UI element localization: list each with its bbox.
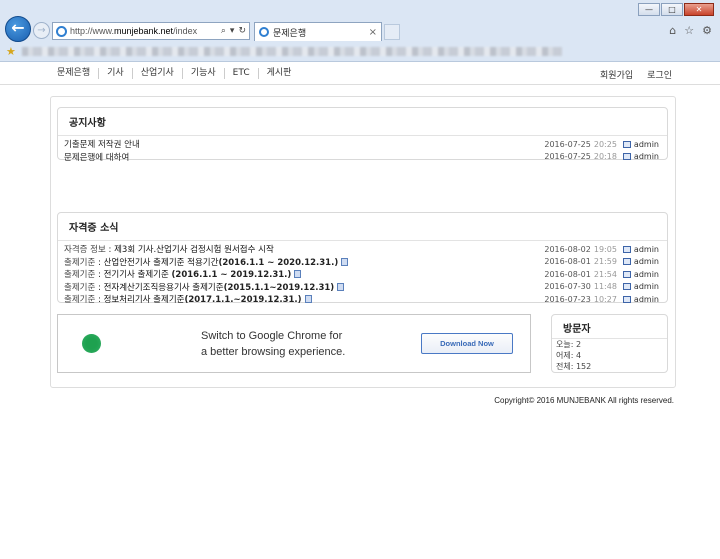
- refresh-icon[interactable]: ↻: [238, 26, 246, 36]
- user-icon: [622, 295, 631, 303]
- close-window-button[interactable]: ✕: [684, 3, 714, 16]
- download-now-button[interactable]: Download Now: [421, 333, 513, 354]
- list-item[interactable]: 출제기준 : 정보처리기사 출제기준(2017.1.1.~2019.12.31.…: [58, 293, 667, 306]
- browser-tab[interactable]: 문제은행 ×: [254, 22, 382, 41]
- list-item[interactable]: 기출문제 저작권 안내 2016-07-25 20:25 admin: [58, 138, 667, 151]
- attachment-icon: [337, 282, 345, 291]
- browser-tools: ⌂ ☆ ⚙: [669, 24, 712, 37]
- news-title: 자격증 소식: [58, 213, 667, 241]
- new-tab-button[interactable]: [384, 24, 400, 40]
- user-icon: [622, 140, 631, 148]
- notices-panel: 공지사항 기출문제 저작권 안내 2016-07-25 20:25 admin …: [57, 107, 668, 163]
- maximize-button[interactable]: □: [661, 3, 683, 16]
- list-item[interactable]: 출제기준 : 전기기사 출제기준 (2016.1.1 ~ 2019.12.31.…: [58, 268, 667, 281]
- user-icon: [622, 153, 631, 161]
- blurred-favorites: [21, 46, 562, 56]
- visitors-title: 방문자: [552, 315, 667, 339]
- notices-title: 공지사항: [58, 108, 667, 136]
- login-link[interactable]: 로그인: [647, 68, 672, 81]
- list-item[interactable]: 출제기준 : 산업안전기사 출제기준 적용기간(2016.1.1 ~ 2020.…: [58, 256, 667, 269]
- news-panel: 자격증 소식 자격증 정보 : 제3회 기사.산업기사 검정시험 원서접수 시작…: [57, 212, 668, 306]
- home-icon[interactable]: ⌂: [669, 24, 676, 37]
- ad-message: Switch to Google Chrome for a better bro…: [201, 330, 346, 358]
- nav-item-etc[interactable]: ETC: [223, 68, 258, 79]
- nav-item-technician[interactable]: 기능사: [181, 68, 224, 79]
- gear-icon[interactable]: ⚙: [702, 24, 712, 37]
- nav-item-gisa[interactable]: 기사: [98, 68, 132, 79]
- list-item[interactable]: 출제기준 : 전자계산기조직응용기사 출제기준(2015.1.1~2019.12…: [58, 281, 667, 294]
- visitors-panel: 방문자 오늘: 2 어제: 4 전체: 152: [551, 314, 668, 373]
- minimize-button[interactable]: —: [638, 3, 660, 16]
- address-bar[interactable]: http://www.munjebank.net/index ⌕ ▾ ↻: [52, 22, 250, 40]
- user-icon: [622, 270, 631, 278]
- url-text[interactable]: http://www.munjebank.net/index: [70, 26, 221, 36]
- close-tab-icon[interactable]: ×: [369, 27, 381, 38]
- search-icon[interactable]: ⌕: [221, 26, 226, 36]
- site-nav: 문제은행 기사 산업기사 기능사 ETC 게시판 회원가입 로그인: [0, 63, 720, 85]
- tab-title: 문제은행: [273, 28, 307, 39]
- ie-site-icon: [56, 25, 67, 37]
- signup-link[interactable]: 회원가입: [600, 68, 633, 81]
- visitors-yesterday: 어제: 4: [556, 351, 582, 360]
- attachment-icon: [294, 270, 302, 279]
- user-icon: [622, 283, 631, 291]
- list-item[interactable]: 자격증 정보 : 제3회 기사.산업기사 검정시험 원서접수 시작 2016-0…: [58, 243, 667, 256]
- chevron-down-icon[interactable]: ▾: [230, 26, 235, 36]
- user-icon: [622, 258, 631, 266]
- chrome-logo-icon: [82, 334, 101, 353]
- browser-chrome: — □ ✕ ← → http://www.munjebank.net/index…: [0, 0, 720, 62]
- forward-button[interactable]: →: [33, 22, 50, 39]
- window-controls: — □ ✕: [638, 3, 714, 16]
- visitors-total: 전체: 152: [556, 362, 592, 371]
- favorites-star-icon[interactable]: ☆: [684, 24, 694, 37]
- nav-item-board[interactable]: 게시판: [257, 68, 300, 79]
- arrow-right-icon: →: [37, 25, 46, 36]
- copyright-text: Copyright© 2016 MUNJEBANK All rights res…: [494, 396, 674, 405]
- visitors-today: 오늘: 2: [556, 340, 582, 349]
- arrow-left-icon: ←: [11, 18, 25, 37]
- favorites-bar: ★: [0, 42, 720, 60]
- nav-item-industrial-gisa[interactable]: 산업기사: [131, 68, 182, 79]
- user-icon: [622, 245, 631, 253]
- chrome-ad-banner: Switch to Google Chrome for a better bro…: [57, 314, 531, 373]
- back-button[interactable]: ←: [5, 16, 31, 42]
- tab-favicon-icon: [259, 27, 269, 37]
- attachment-icon: [341, 257, 349, 266]
- list-item[interactable]: 문제은행에 대하여 2016-07-25 20:18 admin: [58, 151, 667, 164]
- nav-item-munjebank[interactable]: 문제은행: [52, 68, 98, 79]
- attachment-icon: [304, 295, 312, 304]
- favorites-add-icon[interactable]: ★: [6, 45, 16, 58]
